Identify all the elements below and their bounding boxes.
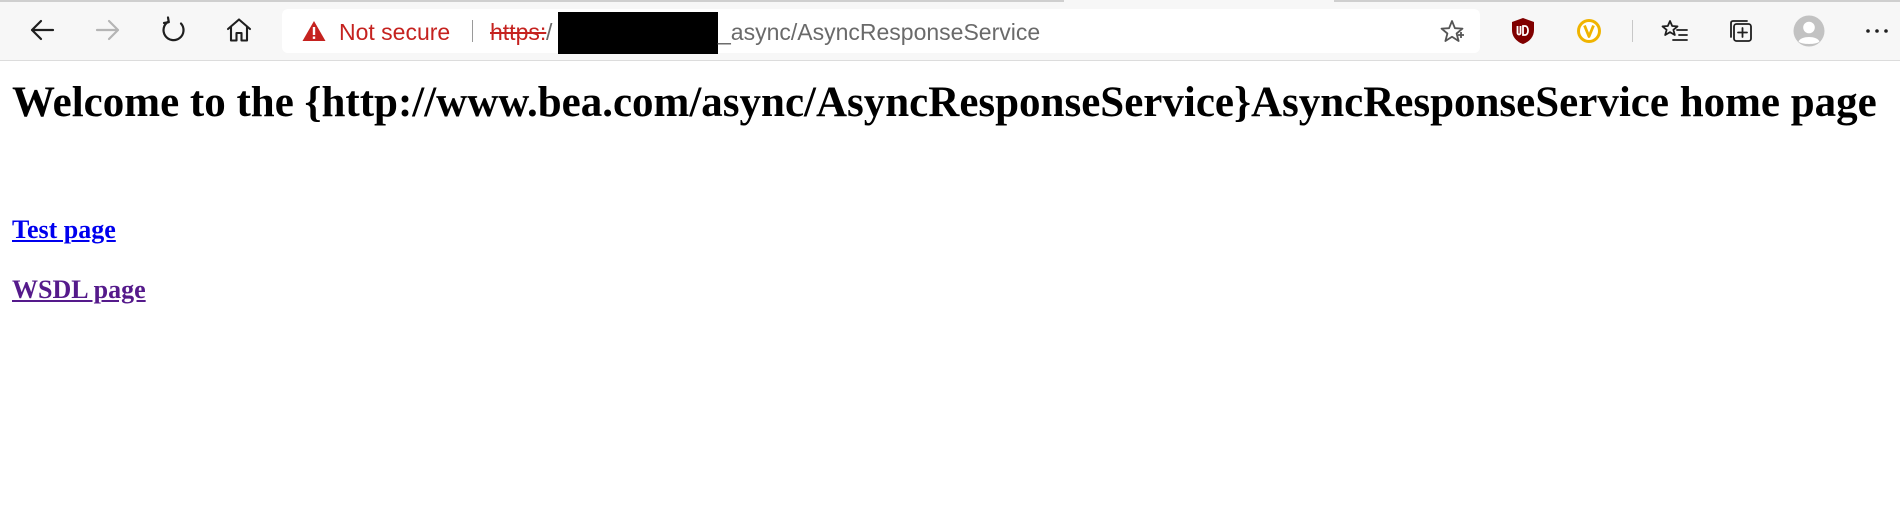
browser-toolbar: Not secure https: / _async/AsyncResponse… (0, 0, 1900, 61)
tab-outline (1334, 0, 1900, 2)
v-extension-button[interactable] (1572, 14, 1606, 48)
forward-arrow-icon (95, 19, 120, 41)
address-separator (472, 20, 473, 42)
reload-icon (162, 16, 185, 42)
favorites-button[interactable] (1658, 14, 1692, 48)
ublock-shield-icon (1512, 18, 1534, 44)
wsdl-page-link[interactable]: WSDL page (12, 275, 146, 305)
test-page-link[interactable]: Test page (12, 215, 116, 245)
more-menu-icon (1866, 29, 1888, 33)
tab-outline (0, 0, 1064, 2)
address-bar[interactable]: Not secure https: / _async/AsyncResponse… (282, 9, 1480, 54)
home-button[interactable] (221, 12, 257, 48)
star-icon[interactable] (1438, 18, 1466, 46)
back-arrow-icon (30, 19, 55, 41)
ublock-extension-button[interactable] (1506, 14, 1540, 48)
collections-icon (1730, 20, 1752, 42)
forward-button[interactable] (90, 12, 126, 48)
url-path: _async/AsyncResponseService (718, 19, 1041, 45)
profile-button[interactable] (1792, 14, 1826, 48)
page-title: Welcome to the {http://www.bea.com/async… (12, 79, 1877, 126)
home-icon (226, 18, 252, 42)
url-slash: / (546, 19, 553, 45)
url-redacted-host (558, 12, 718, 54)
security-status-label[interactable]: Not secure (339, 19, 450, 46)
url-scheme: https: (490, 19, 547, 45)
favorites-list-icon (1661, 20, 1688, 41)
back-button[interactable] (24, 12, 60, 48)
more-menu-button[interactable] (1860, 14, 1894, 48)
reload-button[interactable] (156, 12, 192, 48)
tab-strip-edge (0, 0, 1900, 3)
page-content: Welcome to the {http://www.bea.com/async… (0, 61, 1900, 523)
profile-avatar-icon (1793, 15, 1825, 47)
v-badge-icon (1577, 19, 1601, 43)
warning-triangle-icon[interactable] (302, 20, 326, 42)
toolbar-divider (1632, 20, 1633, 42)
collections-button[interactable] (1724, 14, 1758, 48)
